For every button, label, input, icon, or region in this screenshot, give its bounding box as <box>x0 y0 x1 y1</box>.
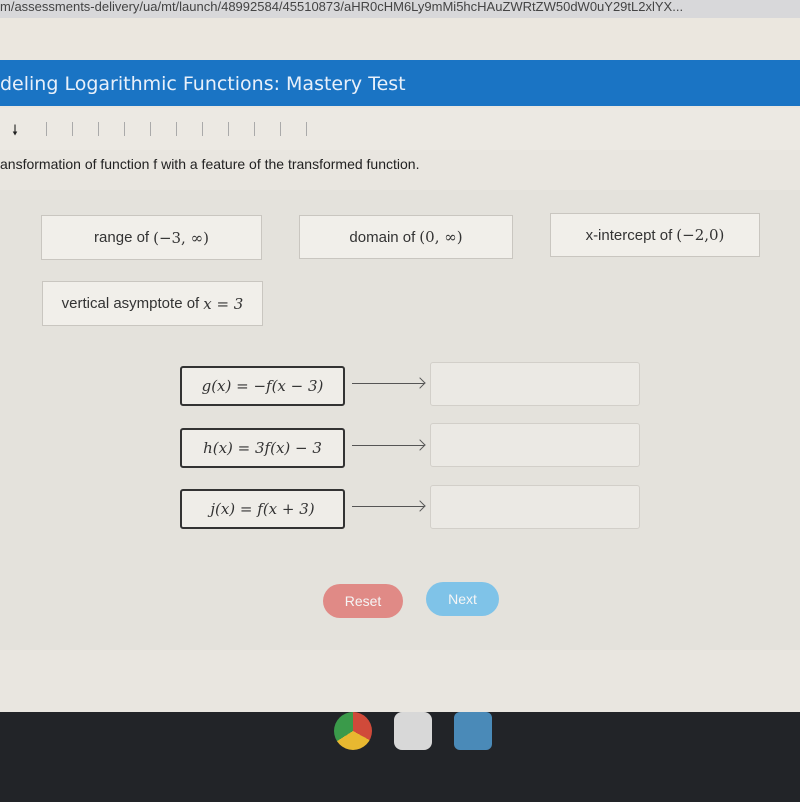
feature-tile-x-intercept[interactable]: x-intercept of (−2,0) <box>550 213 760 257</box>
feature-tile-vertical-asymptote[interactable]: vertical asymptote of x = 3 <box>42 281 263 326</box>
progress-tick[interactable] <box>150 122 151 136</box>
function-j: j(x) = f(x + 3) <box>180 489 345 529</box>
progress-tick[interactable] <box>124 122 125 136</box>
arrow-icon <box>352 383 424 384</box>
address-bar[interactable]: m/assessments-delivery/ua/mt/launch/4899… <box>0 0 800 18</box>
function-g: g(x) = −f(x − 3) <box>180 366 345 406</box>
question-progress: 🠗 <box>0 108 800 150</box>
files-icon[interactable] <box>454 712 492 750</box>
progress-tick[interactable] <box>46 122 47 136</box>
drop-target-j[interactable] <box>430 485 640 529</box>
reset-button[interactable]: Reset <box>323 584 403 618</box>
next-button[interactable]: Next <box>426 582 499 616</box>
feature-math: (−3, ∞) <box>153 228 209 247</box>
progress-tick[interactable] <box>202 122 203 136</box>
page-title: deling Logarithmic Functions: Mastery Te… <box>0 60 800 106</box>
arrow-icon <box>352 445 424 446</box>
feature-tile-range[interactable]: range of (−3, ∞) <box>41 215 262 260</box>
feature-tile-domain[interactable]: domain of (0, ∞) <box>299 215 513 259</box>
feature-math: x = 3 <box>203 294 244 313</box>
feature-label: vertical asymptote of <box>61 295 200 312</box>
feature-math: (0, ∞) <box>419 228 463 246</box>
progress-tick[interactable] <box>72 122 73 136</box>
progress-tick[interactable] <box>280 122 281 136</box>
feature-label: range of <box>94 229 150 246</box>
function-h: h(x) = 3f(x) − 3 <box>180 428 345 468</box>
progress-tick[interactable] <box>254 122 255 136</box>
current-question-arrow-icon: 🠗 <box>12 122 19 138</box>
progress-tick[interactable] <box>176 122 177 136</box>
drop-target-h[interactable] <box>430 423 640 467</box>
camera-icon[interactable] <box>394 712 432 750</box>
progress-tick[interactable] <box>228 122 229 136</box>
feature-label: x-intercept of <box>585 226 673 244</box>
drop-target-g[interactable] <box>430 362 640 406</box>
arrow-icon <box>352 506 424 507</box>
chrome-icon[interactable] <box>334 712 372 750</box>
progress-tick[interactable] <box>306 122 307 136</box>
browser-band <box>0 18 800 60</box>
question-instruction: ansformation of function f with a featur… <box>0 156 420 172</box>
screen: m/assessments-delivery/ua/mt/launch/4899… <box>0 0 800 712</box>
feature-math: (−2,0) <box>676 226 725 244</box>
progress-tick[interactable] <box>98 122 99 136</box>
feature-label: domain of <box>349 228 416 246</box>
